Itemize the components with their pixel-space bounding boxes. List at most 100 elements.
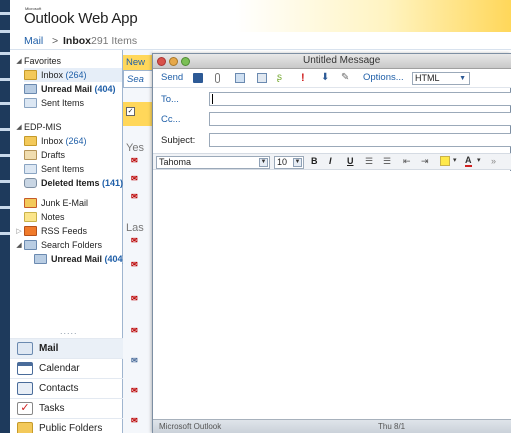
bullet-list-icon[interactable]: ☰ (365, 156, 373, 167)
collapse-triangle-icon[interactable]: ◢ (14, 123, 24, 131)
compose-title-bar[interactable]: Untitled Message (153, 54, 511, 69)
expand-triangle-icon[interactable]: ▷ (14, 227, 24, 235)
notes-icon (24, 212, 37, 222)
chevron-down-icon[interactable]: ▾ (477, 156, 481, 164)
to-button[interactable]: To... (161, 94, 179, 105)
font-color-icon[interactable]: A (465, 156, 472, 167)
account-header[interactable]: ◢ EDP-MIS (14, 120, 61, 134)
folder-item-unread-mail[interactable]: Unread Mail (404) (34, 252, 126, 266)
breadcrumb-item-count: 291 Items (91, 35, 138, 47)
message-row-icon[interactable]: ✉ (131, 156, 138, 165)
collapse-triangle-icon[interactable]: ◢ (14, 57, 24, 65)
strip-mark (0, 128, 10, 131)
select-all-checkbox[interactable]: ✓ (126, 107, 135, 116)
favorite-item-inbox[interactable]: Inbox (264) (24, 68, 122, 82)
folder-item-search-folders[interactable]: ◢ Search Folders (14, 238, 102, 252)
folder-icon (24, 136, 37, 146)
message-row-icon[interactable]: ✉ (131, 192, 138, 201)
pane-resize-grip[interactable]: ..... (60, 326, 78, 336)
unread-count: (264) (65, 70, 87, 80)
options-button[interactable]: Options... (363, 72, 404, 83)
favorite-item-sent-items[interactable]: Sent Items (24, 96, 84, 110)
app-logo: Outlook Web App (24, 10, 138, 27)
folder-item-rss-feeds[interactable]: ▷ RSS Feeds (14, 224, 87, 238)
message-row-icon[interactable]: ✉ (131, 294, 138, 303)
collapse-triangle-icon[interactable]: ◢ (14, 241, 24, 249)
font-size-select[interactable]: 10 ▼ (274, 156, 304, 169)
new-button[interactable]: New (126, 57, 145, 68)
folder-item-notes[interactable]: Notes (24, 210, 65, 224)
search-folder-icon (24, 240, 37, 250)
send-button[interactable]: Send (161, 72, 183, 83)
nav-button-label: Mail (39, 343, 59, 354)
folder-label: Search Folders (41, 240, 103, 250)
tasks-icon: ✓ (17, 402, 33, 415)
underline-button[interactable]: U (347, 156, 354, 166)
nav-calendar-button[interactable]: Calendar (10, 358, 123, 378)
insert-image-icon[interactable] (235, 73, 245, 83)
deleted-items-icon (24, 178, 37, 188)
minimize-window-icon[interactable] (169, 57, 178, 66)
more-options-icon[interactable]: » (491, 156, 496, 166)
folder-item-deleted-items[interactable]: Deleted Items (141) (24, 176, 123, 190)
chevron-down-icon: ▼ (259, 158, 268, 167)
message-row-icon[interactable]: ✉ (131, 356, 138, 365)
numbered-list-icon[interactable]: ☰ (383, 156, 391, 167)
cc-field[interactable] (209, 112, 511, 126)
folder-item-sent-items[interactable]: Sent Items (24, 162, 84, 176)
nav-public-folders-button[interactable]: Public Folders (10, 418, 123, 433)
strip-mark (0, 206, 10, 209)
cc-button[interactable]: Cc... (161, 114, 181, 125)
folder-item-junk-email[interactable]: Junk E-Mail (24, 196, 88, 210)
nav-contacts-button[interactable]: Contacts (10, 378, 123, 398)
zoom-window-icon[interactable] (181, 57, 190, 66)
permissions-icon[interactable]: ✎ (341, 73, 351, 83)
nav-mail-button[interactable]: Mail (10, 338, 123, 358)
favorite-label: Unread Mail (41, 84, 93, 94)
sent-items-icon (24, 164, 37, 174)
subject-field[interactable] (209, 133, 511, 147)
nav-button-label: Public Folders (39, 423, 103, 433)
address-book-icon[interactable] (257, 73, 267, 83)
message-row-icon[interactable]: ✉ (131, 236, 138, 245)
folder-label: Inbox (41, 136, 64, 146)
save-icon[interactable] (193, 73, 203, 83)
message-row-icon[interactable]: ✉ (131, 326, 138, 335)
breadcrumb-mail[interactable]: Mail (24, 35, 43, 47)
chevron-down-icon[interactable]: ▾ (453, 156, 457, 164)
favorite-item-unread-mail[interactable]: Unread Mail (404) (24, 82, 116, 96)
decrease-indent-icon[interactable]: ⇤ (403, 156, 411, 167)
folder-label: Unread Mail (51, 254, 103, 264)
compose-window-title: Untitled Message (303, 55, 381, 66)
spell-check-icon[interactable]: ʂ (277, 73, 287, 83)
folder-item-drafts[interactable]: Drafts (24, 148, 65, 162)
message-row-icon[interactable]: ✉ (131, 260, 138, 269)
increase-indent-icon[interactable]: ⇥ (421, 156, 429, 167)
bold-button[interactable]: B (311, 156, 318, 166)
low-importance-icon[interactable]: ⬇ (321, 73, 331, 83)
high-importance-icon[interactable]: ! (301, 73, 311, 84)
italic-button[interactable]: I (329, 156, 332, 166)
compose-window: Untitled Message Send ʂ ! ⬇ ✎ Options...… (152, 53, 511, 433)
message-body[interactable] (153, 171, 511, 419)
highlight-color-icon[interactable] (440, 156, 450, 166)
favorites-header[interactable]: ◢ Favorites (14, 54, 61, 68)
message-row-icon[interactable]: ✉ (131, 416, 138, 425)
folder-item-inbox[interactable]: Inbox (264) (24, 134, 87, 148)
attach-icon[interactable] (215, 73, 220, 83)
to-field[interactable] (209, 92, 511, 106)
close-window-icon[interactable] (157, 57, 166, 66)
message-row-icon[interactable]: ✉ (131, 174, 138, 183)
subject-row: Subject: (153, 132, 511, 149)
chevron-down-icon: ▼ (293, 158, 302, 167)
favorite-label: Sent Items (41, 98, 85, 108)
search-box[interactable]: Sea (123, 70, 153, 88)
strip-mark (0, 12, 10, 15)
format-select[interactable]: HTML ▼ (412, 72, 470, 85)
cc-row: Cc... (153, 111, 511, 128)
folder-label: Junk E-Mail (41, 198, 89, 208)
font-select[interactable]: Tahoma ▼ (156, 156, 270, 169)
strip-mark (0, 52, 10, 55)
message-row-icon[interactable]: ✉ (131, 386, 138, 395)
nav-tasks-button[interactable]: ✓ Tasks (10, 398, 123, 418)
